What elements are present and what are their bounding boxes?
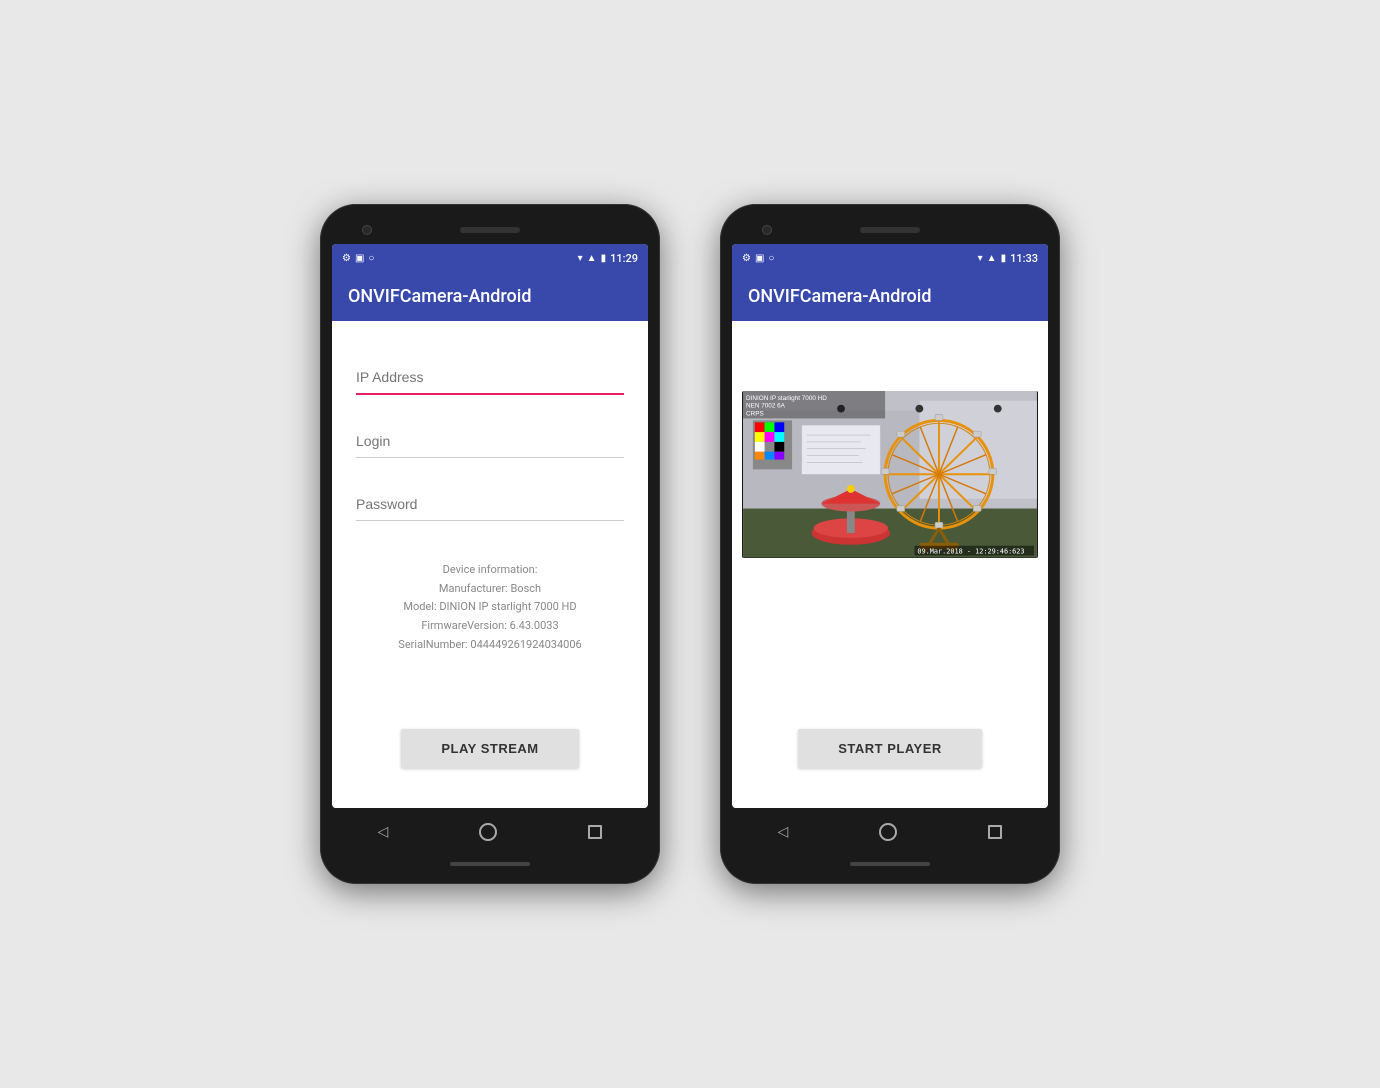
- password-input[interactable]: [356, 488, 624, 521]
- circle-2-icon: ○: [768, 253, 774, 264]
- speaker-2-icon: [860, 227, 920, 233]
- front-camera-icon: [362, 225, 372, 235]
- home-button-2[interactable]: [879, 823, 897, 841]
- status-time-2: 11:33: [1010, 252, 1038, 265]
- recents-button[interactable]: [588, 825, 602, 839]
- svg-text:DINION IP starlight 7000 HD: DINION IP starlight 7000 HD: [746, 395, 827, 402]
- camera-feed-area: 09.Mar.2018 - 12:29:46:623 DINION IP sta…: [732, 321, 1048, 808]
- sim-2-icon: ▣: [755, 253, 764, 264]
- phone-2-nav-bar: ◁: [732, 808, 1048, 856]
- start-player-button[interactable]: START PLAYER: [798, 729, 982, 768]
- recents-button-2[interactable]: [988, 825, 1002, 839]
- battery-2-icon: ▮: [1001, 253, 1007, 264]
- signal-icon: ▲: [587, 253, 597, 264]
- phone-2: ⚙ ▣ ○ ▾ ▲ ▮ 11:33 ONVIFCamera-Android: [720, 204, 1060, 884]
- phone-2-screen: ⚙ ▣ ○ ▾ ▲ ▮ 11:33 ONVIFCamera-Android: [732, 244, 1048, 808]
- settings-icon: ⚙: [342, 253, 351, 264]
- device-info-line4: FirmwareVersion: 6.43.0033: [356, 617, 624, 636]
- play-stream-button[interactable]: PLAY STREAM: [401, 729, 578, 768]
- home-button[interactable]: [479, 823, 497, 841]
- phone-2-bottom-notch: [732, 856, 1048, 872]
- phone-2-top-bar: [732, 216, 1048, 244]
- device-info: Device information: Manufacturer: Bosch …: [356, 561, 624, 654]
- app-bar-1: ONVIFCamera-Android: [332, 272, 648, 321]
- camera-feed-svg: 09.Mar.2018 - 12:29:46:623 DINION IP sta…: [742, 391, 1038, 558]
- signal-2-icon: ▲: [987, 253, 997, 264]
- phone-1-top-bar: [332, 216, 648, 244]
- status-time-1: 11:29: [610, 252, 638, 265]
- wifi-icon: ▾: [578, 253, 583, 264]
- video-container: 09.Mar.2018 - 12:29:46:623 DINION IP sta…: [742, 391, 1038, 558]
- password-group: [356, 488, 624, 521]
- phone-1: ⚙ ▣ ○ ▾ ▲ ▮ 11:29 ONVIFCamera-Android: [320, 204, 660, 884]
- phone-1-nav-bar: ◁: [332, 808, 648, 856]
- speaker-icon: [460, 227, 520, 233]
- wifi-2-icon: ▾: [978, 253, 983, 264]
- ip-address-group: [356, 361, 624, 395]
- phone-1-device: ⚙ ▣ ○ ▾ ▲ ▮ 11:29 ONVIFCamera-Android: [320, 204, 660, 884]
- status-icons-right: ▾ ▲ ▮ 11:29: [578, 252, 638, 265]
- status-bar-2: ⚙ ▣ ○ ▾ ▲ ▮ 11:33: [732, 244, 1048, 272]
- sim-icon: ▣: [355, 253, 364, 264]
- svg-text:CRPS: CRPS: [746, 410, 764, 417]
- back-button-2[interactable]: ◁: [778, 824, 789, 840]
- status-icons-left-2: ⚙ ▣ ○: [742, 253, 774, 264]
- device-info-line2: Manufacturer: Bosch: [356, 580, 624, 599]
- svg-text:NEN 7002 6A: NEN 7002 6A: [746, 403, 786, 410]
- device-info-line5: SerialNumber: 044449261924034006: [356, 636, 624, 655]
- bottom-indicator-icon: [450, 862, 530, 866]
- phone-1-screen: ⚙ ▣ ○ ▾ ▲ ▮ 11:29 ONVIFCamera-Android: [332, 244, 648, 808]
- bottom-indicator-2-icon: [850, 862, 930, 866]
- phone-1-bottom-notch: [332, 856, 648, 872]
- front-camera-2-icon: [762, 225, 772, 235]
- battery-icon: ▮: [601, 253, 607, 264]
- app-title-2: ONVIFCamera-Android: [748, 286, 931, 307]
- back-button[interactable]: ◁: [378, 824, 389, 840]
- login-input[interactable]: [356, 425, 624, 458]
- app-bar-2: ONVIFCamera-Android: [732, 272, 1048, 321]
- phone-2-device: ⚙ ▣ ○ ▾ ▲ ▮ 11:33 ONVIFCamera-Android: [720, 204, 1060, 884]
- status-bar-1: ⚙ ▣ ○ ▾ ▲ ▮ 11:29: [332, 244, 648, 272]
- settings-2-icon: ⚙: [742, 253, 751, 264]
- device-info-line3: Model: DINION IP starlight 7000 HD: [356, 598, 624, 617]
- login-group: [356, 425, 624, 458]
- screen-content-1: Device information: Manufacturer: Bosch …: [332, 321, 648, 808]
- ip-address-input[interactable]: [356, 361, 624, 395]
- device-info-line1: Device information:: [356, 561, 624, 580]
- app-title-1: ONVIFCamera-Android: [348, 286, 531, 307]
- status-icons-left: ⚙ ▣ ○: [342, 253, 374, 264]
- svg-text:09.Mar.2018 - 12:29:46:623: 09.Mar.2018 - 12:29:46:623: [917, 548, 1024, 556]
- circle-icon: ○: [368, 253, 374, 264]
- status-icons-right-2: ▾ ▲ ▮ 11:33: [978, 252, 1038, 265]
